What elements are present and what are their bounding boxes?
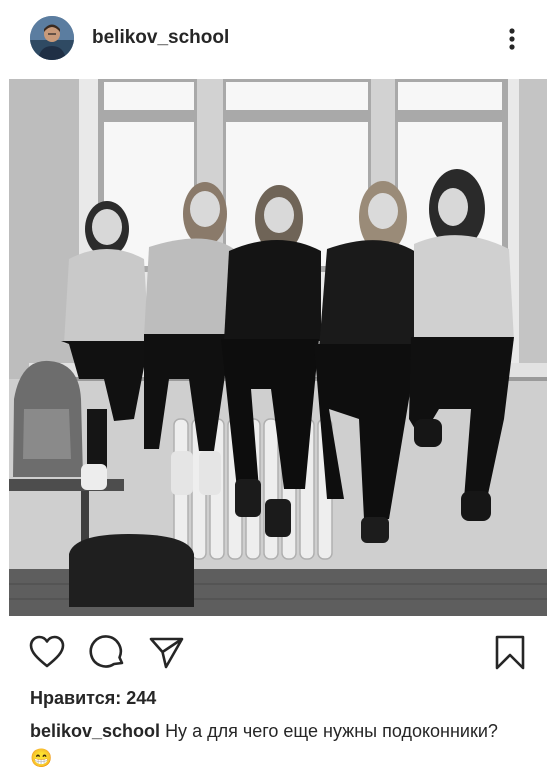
bookmark-icon xyxy=(495,635,525,670)
likes-count[interactable]: Нравится: 244 xyxy=(30,688,156,709)
caption-username[interactable]: belikov_school xyxy=(30,721,160,741)
avatar-image xyxy=(30,16,74,60)
avatar[interactable] xyxy=(30,16,74,60)
share-button[interactable] xyxy=(147,633,185,671)
like-button[interactable] xyxy=(28,633,66,671)
comment-icon xyxy=(89,635,124,668)
grinning-face-icon: 😁 xyxy=(30,748,53,768)
post-actions xyxy=(0,625,547,679)
more-vertical-icon xyxy=(509,28,515,50)
more-options-button[interactable] xyxy=(500,24,524,54)
heart-icon xyxy=(29,635,65,668)
post-username[interactable]: belikov_school xyxy=(92,27,229,49)
post-photo-image xyxy=(9,79,547,616)
post-photo[interactable] xyxy=(9,79,547,616)
comment-button[interactable] xyxy=(89,633,127,671)
post-caption: belikov_school Ну а для чего еще нужны п… xyxy=(30,718,510,772)
save-button[interactable] xyxy=(491,633,529,671)
send-icon xyxy=(149,637,184,669)
post-header: belikov_school xyxy=(0,0,547,78)
caption-text: Ну а для чего еще нужны подоконники? xyxy=(165,721,498,741)
